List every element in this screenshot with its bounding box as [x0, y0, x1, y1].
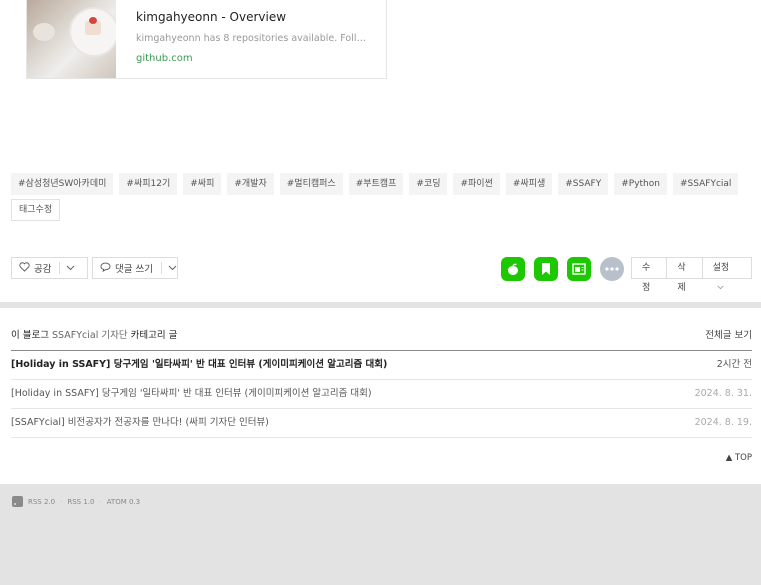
tag[interactable]: #SSAFY — [558, 173, 609, 195]
kakao-share-icon[interactable] — [501, 257, 525, 281]
tag[interactable]: #개발자 — [227, 173, 274, 195]
post-date: 2024. 8. 31. — [694, 388, 752, 399]
tag[interactable]: #싸피생 — [505, 173, 553, 195]
rss2-link[interactable]: RSS 2.0 — [28, 498, 55, 506]
category-name-link[interactable]: SSAFYcial 기자단 — [52, 330, 128, 341]
chevron-down-icon[interactable] — [168, 264, 177, 273]
settings-label: 설정 — [712, 263, 730, 273]
list-item[interactable]: [SSAFYcial] 비전공자가 전공자를 만나다! (싸피 기자단 인터뷰)… — [11, 409, 752, 438]
footer: RSS 2.0 · RSS 1.0 · ATOM 0.3 — [0, 484, 761, 585]
feed-links: RSS 2.0 · RSS 1.0 · ATOM 0.3 — [12, 496, 140, 507]
link-thumbnail — [27, 0, 116, 78]
link-title[interactable]: kimgahyeonn - Overview — [136, 9, 386, 25]
edit-button[interactable]: 수정 — [632, 258, 668, 293]
chevron-down-icon — [717, 283, 724, 293]
post-action-bar: 공감 댓글 쓰기 수정 삭제 설정 — [11, 257, 752, 293]
category-heading: 이 블로그 SSAFYcial 기자단 카테고리 글 — [11, 327, 177, 341]
comment-button[interactable]: 댓글 쓰기 — [92, 257, 178, 279]
link-preview-card[interactable]: kimgahyeonn - Overview kimgahyeonn has 8… — [26, 0, 387, 79]
tag[interactable]: #삼성청년SW아카데미 — [11, 173, 114, 195]
atom-link[interactable]: ATOM 0.3 — [107, 498, 140, 506]
post-title[interactable]: [Holiday in SSAFY] 당구게임 '일타싸피' 반 대표 인터뷰 … — [11, 380, 372, 408]
like-label: 공감 — [34, 264, 52, 275]
more-options-icon[interactable] — [600, 257, 624, 281]
blog-share-icon[interactable] — [567, 257, 591, 281]
rss-icon — [12, 496, 23, 507]
bookmark-icon[interactable] — [534, 257, 558, 281]
link-url[interactable]: github.com — [136, 53, 386, 64]
post-admin-buttons: 수정 삭제 설정 — [631, 257, 752, 293]
list-item[interactable]: [Holiday in SSAFY] 당구게임 '일타싸피' 반 대표 인터뷰 … — [11, 351, 752, 380]
post-title[interactable]: [SSAFYcial] 비전공자가 전공자를 만나다! (싸피 기자단 인터뷰) — [11, 409, 269, 437]
heading-prefix: 이 블로그 — [11, 330, 49, 341]
heading-suffix: 카테고리 글 — [130, 330, 178, 341]
delete-button[interactable]: 삭제 — [667, 258, 703, 293]
tag[interactable]: #싸피 — [183, 173, 222, 195]
like-button[interactable]: 공감 — [11, 257, 88, 279]
tag-edit-button[interactable]: 태그수정 — [11, 199, 61, 221]
tag[interactable]: #SSAFYcial — [672, 173, 739, 195]
scroll-top-link[interactable]: ▲ TOP — [726, 453, 752, 463]
tag[interactable]: #싸피12기 — [119, 173, 178, 195]
rss1-link[interactable]: RSS 1.0 — [67, 498, 94, 506]
heart-icon — [19, 261, 30, 275]
chevron-down-icon[interactable] — [66, 264, 75, 273]
tag-list: #삼성청년SW아카데미 #싸피12기 #싸피 #개발자 #멀티캠퍼스 #부트캠프… — [11, 173, 756, 221]
list-item[interactable]: [Holiday in SSAFY] 당구게임 '일타싸피' 반 대표 인터뷰 … — [11, 380, 752, 409]
post-date: 2시간 전 — [716, 359, 752, 370]
comment-label: 댓글 쓰기 — [115, 264, 153, 275]
view-all-link[interactable]: 전체글 보기 — [705, 327, 752, 341]
tag[interactable]: #멀티캠퍼스 — [279, 173, 343, 195]
section-divider — [0, 302, 761, 308]
tag[interactable]: #Python — [614, 173, 667, 195]
post-date: 2024. 8. 19. — [694, 417, 752, 428]
category-header: 이 블로그 SSAFYcial 기자단 카테고리 글 전체글 보기 — [11, 327, 752, 351]
speech-bubble-icon — [100, 262, 111, 275]
tag[interactable]: #파이썬 — [453, 173, 500, 195]
tag[interactable]: #코딩 — [409, 173, 448, 195]
settings-button[interactable]: 설정 — [703, 258, 751, 290]
tag[interactable]: #부트캠프 — [348, 173, 404, 195]
link-description: kimgahyeonn has 8 repositories available… — [136, 33, 366, 44]
post-title[interactable]: [Holiday in SSAFY] 당구게임 '일타싸피' 반 대표 인터뷰 … — [11, 351, 387, 379]
